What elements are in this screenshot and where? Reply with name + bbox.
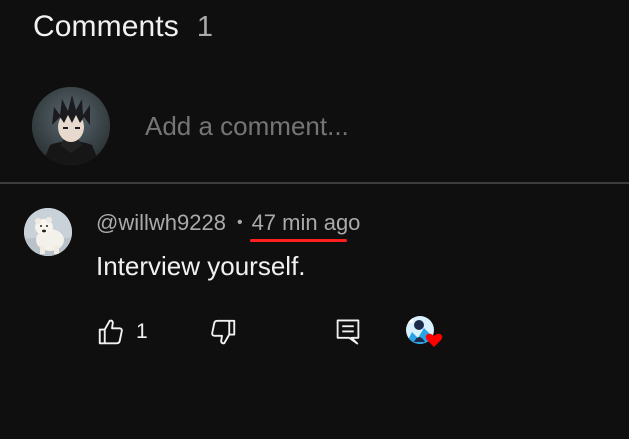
thumbs-down-icon xyxy=(208,317,238,347)
divider xyxy=(0,182,629,184)
comment-time[interactable]: 47 min ago xyxy=(252,210,361,235)
comment-meta: @willwh9228 • 47 min ago xyxy=(96,210,361,242)
commenter-avatar[interactable] xyxy=(24,208,72,256)
creator-heart-badge[interactable] xyxy=(404,314,444,350)
comment-actions: 1 xyxy=(96,314,476,350)
comments-panel: Comments 1 Add a comment... @willwh9228 … xyxy=(0,0,629,439)
reply-button[interactable] xyxy=(334,314,362,350)
thumbs-up-icon xyxy=(96,317,126,347)
comment-author[interactable]: @willwh9228 xyxy=(96,210,226,236)
add-comment-row xyxy=(32,87,592,165)
add-comment-input[interactable] xyxy=(145,110,545,142)
like-count: 1 xyxy=(136,320,148,343)
comments-count: 1 xyxy=(196,11,213,43)
time-highlight-underline xyxy=(249,239,347,242)
like-button[interactable]: 1 xyxy=(96,314,148,350)
comments-title: Comments xyxy=(33,10,179,43)
creator-heart-icon xyxy=(404,316,444,354)
comments-header: Comments 1 xyxy=(33,10,213,44)
comment-text: Interview yourself. xyxy=(96,251,306,281)
comment-time-wrapper: 47 min ago xyxy=(249,210,361,242)
dislike-button[interactable] xyxy=(208,314,238,350)
meta-separator: • xyxy=(236,214,243,231)
reply-comment-icon xyxy=(334,317,362,347)
current-user-avatar xyxy=(32,87,110,165)
